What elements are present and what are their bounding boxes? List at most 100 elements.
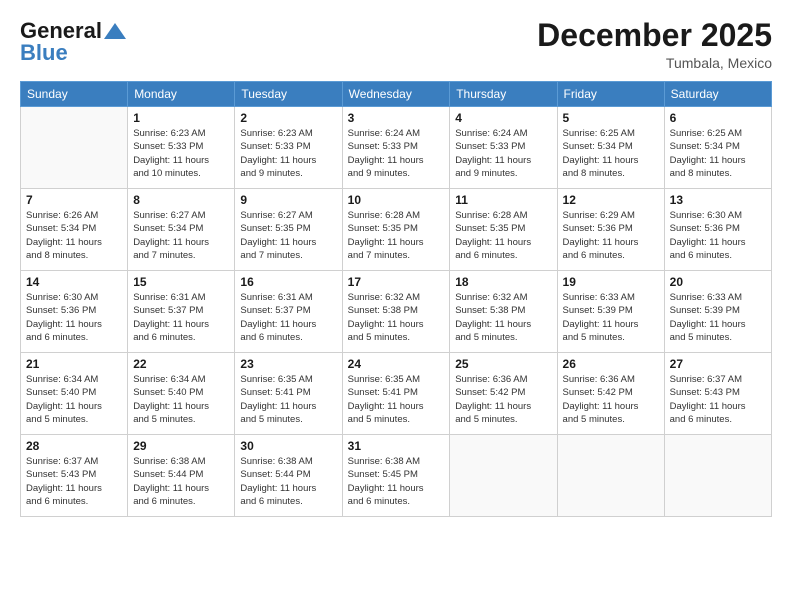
day-info: Sunrise: 6:36 AM Sunset: 5:42 PM Dayligh… [563, 373, 659, 426]
calendar-cell: 7 Sunrise: 6:26 AM Sunset: 5:34 PM Daylig… [21, 189, 128, 271]
day-number: 23 [240, 357, 336, 371]
page: General Blue December 2025 Tumbala, Mexi… [0, 0, 792, 612]
calendar-cell: 2Sunrise: 6:23 AM Sunset: 5:33 PM Daylig… [235, 107, 342, 189]
day-info: Sunrise: 6:34 AM Sunset: 5:40 PM Dayligh… [26, 373, 122, 426]
calendar-cell [557, 435, 664, 517]
calendar-cell: 6 Sunrise: 6:25 AM Sunset: 5:34 PM Daylig… [664, 107, 771, 189]
day-number: 10 [348, 193, 445, 207]
calendar-cell: 12 Sunrise: 6:29 AM Sunset: 5:36 PM Dayli… [557, 189, 664, 271]
day-info: Sunrise: 6:32 AM Sunset: 5:38 PM Dayligh… [455, 291, 551, 344]
day-info: Sunrise: 6:32 AM Sunset: 5:38 PM Dayligh… [348, 291, 445, 344]
calendar-cell [664, 435, 771, 517]
calendar-cell: 13Sunrise: 6:30 AM Sunset: 5:36 PM Dayli… [664, 189, 771, 271]
col-monday: Monday [128, 82, 235, 107]
day-info: Sunrise: 6:37 AM Sunset: 5:43 PM Dayligh… [26, 455, 122, 508]
week-row-2: 7 Sunrise: 6:26 AM Sunset: 5:34 PM Daylig… [21, 189, 772, 271]
day-info: Sunrise: 6:24 AM Sunset: 5:33 PM Dayligh… [348, 127, 445, 180]
day-info: Sunrise: 6:37 AM Sunset: 5:43 PM Dayligh… [670, 373, 766, 426]
col-tuesday: Tuesday [235, 82, 342, 107]
calendar-cell: 15 Sunrise: 6:31 AM Sunset: 5:37 PM Dayli… [128, 271, 235, 353]
calendar-cell: 17Sunrise: 6:32 AM Sunset: 5:38 PM Dayli… [342, 271, 450, 353]
day-number: 8 [133, 193, 229, 207]
day-number: 3 [348, 111, 445, 125]
calendar-cell: 25Sunrise: 6:36 AM Sunset: 5:42 PM Dayli… [450, 353, 557, 435]
calendar-cell: 10 Sunrise: 6:28 AM Sunset: 5:35 PM Dayli… [342, 189, 450, 271]
day-info: Sunrise: 6:29 AM Sunset: 5:36 PM Dayligh… [563, 209, 659, 262]
calendar-cell: 23 Sunrise: 6:35 AM Sunset: 5:41 PM Dayli… [235, 353, 342, 435]
day-number: 28 [26, 439, 122, 453]
day-number: 31 [348, 439, 445, 453]
day-number: 27 [670, 357, 766, 371]
day-number: 19 [563, 275, 659, 289]
calendar-cell: 19Sunrise: 6:33 AM Sunset: 5:39 PM Dayli… [557, 271, 664, 353]
day-info: Sunrise: 6:23 AM Sunset: 5:33 PM Dayligh… [133, 127, 229, 180]
day-number: 9 [240, 193, 336, 207]
calendar-cell: 5Sunrise: 6:25 AM Sunset: 5:34 PM Daylig… [557, 107, 664, 189]
calendar-cell: 9 Sunrise: 6:27 AM Sunset: 5:35 PM Daylig… [235, 189, 342, 271]
day-number: 14 [26, 275, 122, 289]
day-number: 15 [133, 275, 229, 289]
day-number: 1 [133, 111, 229, 125]
calendar-cell: 28 Sunrise: 6:37 AM Sunset: 5:43 PM Dayli… [21, 435, 128, 517]
day-info: Sunrise: 6:25 AM Sunset: 5:34 PM Dayligh… [563, 127, 659, 180]
calendar-cell: 26Sunrise: 6:36 AM Sunset: 5:42 PM Dayli… [557, 353, 664, 435]
day-info: Sunrise: 6:24 AM Sunset: 5:33 PM Dayligh… [455, 127, 551, 180]
day-number: 24 [348, 357, 445, 371]
calendar-cell: 3 Sunrise: 6:24 AM Sunset: 5:33 PM Daylig… [342, 107, 450, 189]
col-wednesday: Wednesday [342, 82, 450, 107]
calendar-body: 1 Sunrise: 6:23 AM Sunset: 5:33 PM Daylig… [21, 107, 772, 517]
calendar-cell: 16 Sunrise: 6:31 AM Sunset: 5:37 PM Dayli… [235, 271, 342, 353]
week-row-5: 28 Sunrise: 6:37 AM Sunset: 5:43 PM Dayli… [21, 435, 772, 517]
calendar-cell: 18 Sunrise: 6:32 AM Sunset: 5:38 PM Dayli… [450, 271, 557, 353]
day-number: 22 [133, 357, 229, 371]
day-info: Sunrise: 6:38 AM Sunset: 5:44 PM Dayligh… [133, 455, 229, 508]
day-info: Sunrise: 6:38 AM Sunset: 5:44 PM Dayligh… [240, 455, 336, 508]
day-number: 12 [563, 193, 659, 207]
calendar-cell [450, 435, 557, 517]
day-info: Sunrise: 6:28 AM Sunset: 5:35 PM Dayligh… [348, 209, 445, 262]
day-number: 18 [455, 275, 551, 289]
day-info: Sunrise: 6:33 AM Sunset: 5:39 PM Dayligh… [670, 291, 766, 344]
day-number: 4 [455, 111, 551, 125]
week-row-1: 1 Sunrise: 6:23 AM Sunset: 5:33 PM Daylig… [21, 107, 772, 189]
day-number: 6 [670, 111, 766, 125]
day-number: 13 [670, 193, 766, 207]
day-info: Sunrise: 6:26 AM Sunset: 5:34 PM Dayligh… [26, 209, 122, 262]
day-info: Sunrise: 6:28 AM Sunset: 5:35 PM Dayligh… [455, 209, 551, 262]
day-info: Sunrise: 6:30 AM Sunset: 5:36 PM Dayligh… [26, 291, 122, 344]
day-number: 30 [240, 439, 336, 453]
day-number: 11 [455, 193, 551, 207]
location: Tumbala, Mexico [537, 55, 772, 71]
day-number: 20 [670, 275, 766, 289]
calendar-header-row: Sunday Monday Tuesday Wednesday Thursday… [21, 82, 772, 107]
calendar-cell: 20 Sunrise: 6:33 AM Sunset: 5:39 PM Dayli… [664, 271, 771, 353]
day-info: Sunrise: 6:27 AM Sunset: 5:34 PM Dayligh… [133, 209, 229, 262]
header: General Blue December 2025 Tumbala, Mexi… [20, 18, 772, 71]
day-number: 16 [240, 275, 336, 289]
day-info: Sunrise: 6:31 AM Sunset: 5:37 PM Dayligh… [240, 291, 336, 344]
day-number: 25 [455, 357, 551, 371]
calendar-cell: 21Sunrise: 6:34 AM Sunset: 5:40 PM Dayli… [21, 353, 128, 435]
calendar-cell: 29Sunrise: 6:38 AM Sunset: 5:44 PM Dayli… [128, 435, 235, 517]
day-info: Sunrise: 6:34 AM Sunset: 5:40 PM Dayligh… [133, 373, 229, 426]
col-friday: Friday [557, 82, 664, 107]
day-number: 7 [26, 193, 122, 207]
day-info: Sunrise: 6:25 AM Sunset: 5:34 PM Dayligh… [670, 127, 766, 180]
week-row-3: 14 Sunrise: 6:30 AM Sunset: 5:36 PM Dayli… [21, 271, 772, 353]
week-row-4: 21Sunrise: 6:34 AM Sunset: 5:40 PM Dayli… [21, 353, 772, 435]
calendar-cell: 14 Sunrise: 6:30 AM Sunset: 5:36 PM Dayli… [21, 271, 128, 353]
day-info: Sunrise: 6:31 AM Sunset: 5:37 PM Dayligh… [133, 291, 229, 344]
day-info: Sunrise: 6:35 AM Sunset: 5:41 PM Dayligh… [240, 373, 336, 426]
calendar-cell: 22 Sunrise: 6:34 AM Sunset: 5:40 PM Dayli… [128, 353, 235, 435]
day-info: Sunrise: 6:35 AM Sunset: 5:41 PM Dayligh… [348, 373, 445, 426]
month-title: December 2025 [537, 18, 772, 53]
logo: General Blue [20, 18, 126, 66]
col-sunday: Sunday [21, 82, 128, 107]
calendar-cell [21, 107, 128, 189]
logo-icon [104, 23, 126, 39]
calendar-cell: 31Sunrise: 6:38 AM Sunset: 5:45 PM Dayli… [342, 435, 450, 517]
day-info: Sunrise: 6:27 AM Sunset: 5:35 PM Dayligh… [240, 209, 336, 262]
calendar-cell: 1 Sunrise: 6:23 AM Sunset: 5:33 PM Daylig… [128, 107, 235, 189]
calendar-cell: 8 Sunrise: 6:27 AM Sunset: 5:34 PM Daylig… [128, 189, 235, 271]
day-info: Sunrise: 6:23 AM Sunset: 5:33 PM Dayligh… [240, 127, 336, 180]
